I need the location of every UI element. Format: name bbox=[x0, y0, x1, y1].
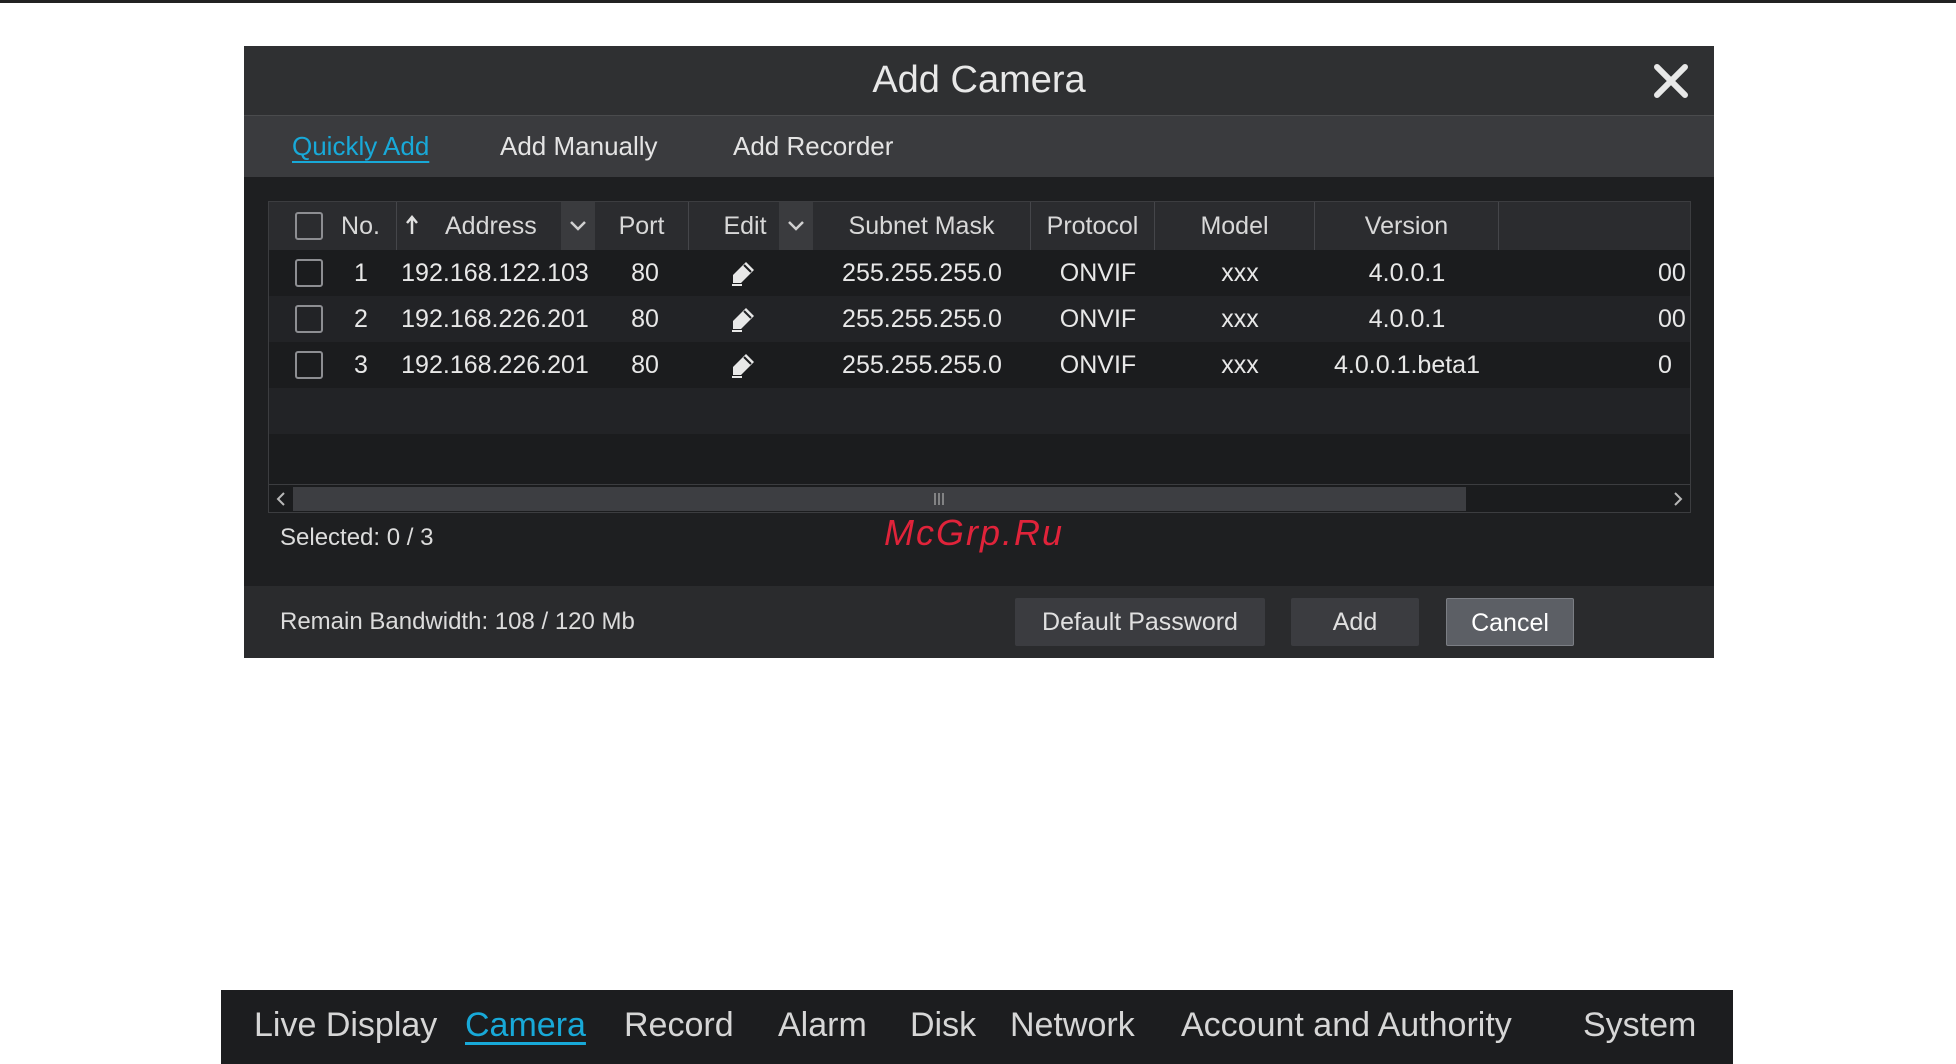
header-port[interactable]: Port bbox=[595, 202, 689, 250]
cell-protocol: ONVIF bbox=[1059, 259, 1137, 287]
main-nav-bar: Live Display Camera Record Alarm Disk Ne… bbox=[221, 990, 1733, 1064]
watermark: McGrp.Ru bbox=[884, 512, 1065, 553]
tab-bar: Quickly Add Add Manually Add Recorder bbox=[244, 116, 1714, 177]
cell-version: 4.0.0.1 bbox=[1368, 259, 1446, 287]
cell-extra: 00 bbox=[1658, 305, 1686, 333]
row-checkbox[interactable] bbox=[295, 351, 323, 379]
cell-protocol: ONVIF bbox=[1059, 305, 1137, 333]
scroll-thumb[interactable] bbox=[293, 487, 1466, 511]
header-model[interactable]: Model bbox=[1155, 202, 1315, 250]
header-protocol[interactable]: Protocol bbox=[1031, 202, 1155, 250]
remain-bandwidth: Remain Bandwidth: 108 / 120 Mb bbox=[280, 608, 635, 635]
horizontal-scrollbar[interactable] bbox=[269, 484, 1690, 512]
cell-subnet-mask: 255.255.255.0 bbox=[842, 259, 1002, 287]
add-camera-dialog: Add Camera Quickly Add Add Manually Add … bbox=[244, 46, 1714, 658]
add-button[interactable]: Add bbox=[1291, 598, 1419, 646]
cell-subnet-mask: 255.255.255.0 bbox=[842, 351, 1002, 379]
edit-pencil-icon[interactable] bbox=[729, 259, 757, 287]
dialog-footer: Remain Bandwidth: 108 / 120 Mb Default P… bbox=[244, 586, 1714, 658]
cell-version: 4.0.0.1 bbox=[1368, 305, 1446, 333]
cell-model: xxx bbox=[1221, 259, 1259, 287]
tab-add-recorder[interactable]: Add Recorder bbox=[733, 116, 893, 177]
scroll-left-icon[interactable] bbox=[269, 485, 293, 512]
nav-network[interactable]: Network bbox=[1010, 990, 1135, 1060]
select-all-checkbox[interactable] bbox=[295, 212, 323, 240]
empty-row bbox=[269, 388, 1690, 434]
nav-record[interactable]: Record bbox=[624, 990, 734, 1060]
tab-quickly-add[interactable]: Quickly Add bbox=[292, 116, 429, 177]
nav-live-display[interactable]: Live Display bbox=[254, 990, 437, 1060]
cell-address: 192.168.122.103 bbox=[401, 259, 589, 287]
top-rule bbox=[0, 0, 1956, 3]
cell-model: xxx bbox=[1221, 351, 1259, 379]
cancel-button[interactable]: Cancel bbox=[1446, 598, 1574, 646]
cell-protocol: ONVIF bbox=[1059, 351, 1137, 379]
empty-row bbox=[269, 434, 1690, 484]
nav-account-and-authority[interactable]: Account and Authority bbox=[1181, 990, 1512, 1060]
table-row[interactable]: 1 192.168.122.103 80 255.255.255.0 ONVIF… bbox=[269, 250, 1690, 296]
cell-extra: 00 bbox=[1658, 259, 1686, 287]
cell-no: 2 bbox=[354, 305, 368, 333]
edit-filter-chevron-down-icon[interactable] bbox=[779, 202, 813, 250]
default-password-button[interactable]: Default Password bbox=[1015, 598, 1265, 646]
header-version[interactable]: Version bbox=[1315, 202, 1499, 250]
nav-disk[interactable]: Disk bbox=[910, 990, 976, 1060]
cell-no: 1 bbox=[354, 259, 368, 287]
header-subnet-mask[interactable]: Subnet Mask bbox=[813, 202, 1031, 250]
header-no[interactable]: No. bbox=[325, 202, 397, 250]
address-filter-chevron-down-icon[interactable] bbox=[561, 202, 595, 250]
cell-port: 80 bbox=[631, 259, 659, 287]
camera-table: No. Address Port Edit Subnet Mask Protoc… bbox=[268, 201, 1691, 513]
header-extra bbox=[1499, 202, 1690, 250]
nav-system[interactable]: System bbox=[1583, 990, 1696, 1060]
cell-port: 80 bbox=[631, 351, 659, 379]
cell-model: xxx bbox=[1221, 305, 1259, 333]
scroll-right-icon[interactable] bbox=[1666, 485, 1690, 512]
nav-camera[interactable]: Camera bbox=[465, 990, 586, 1060]
edit-pencil-icon[interactable] bbox=[729, 305, 757, 333]
tab-add-manually[interactable]: Add Manually bbox=[500, 116, 658, 177]
cell-extra: 0 bbox=[1658, 351, 1672, 379]
row-checkbox[interactable] bbox=[295, 259, 323, 287]
table-row[interactable]: 3 192.168.226.201 80 255.255.255.0 ONVIF… bbox=[269, 342, 1690, 388]
cell-no: 3 bbox=[354, 351, 368, 379]
selected-count: Selected: 0 / 3 bbox=[280, 524, 434, 551]
title-bar: Add Camera bbox=[244, 46, 1714, 116]
cell-port: 80 bbox=[631, 305, 659, 333]
grip-icon bbox=[934, 493, 944, 505]
edit-pencil-icon[interactable] bbox=[729, 351, 757, 379]
close-icon[interactable] bbox=[1650, 60, 1692, 102]
table-header: No. Address Port Edit Subnet Mask Protoc… bbox=[269, 202, 1690, 250]
cell-subnet-mask: 255.255.255.0 bbox=[842, 305, 1002, 333]
cell-address: 192.168.226.201 bbox=[401, 305, 589, 333]
cell-version: 4.0.0.1.beta1 bbox=[1334, 351, 1480, 379]
nav-alarm[interactable]: Alarm bbox=[778, 990, 867, 1060]
cell-address: 192.168.226.201 bbox=[401, 351, 589, 379]
header-address-label: Address bbox=[445, 212, 537, 240]
row-checkbox[interactable] bbox=[295, 305, 323, 333]
dialog-title: Add Camera bbox=[872, 59, 1086, 101]
table-row[interactable]: 2 192.168.226.201 80 255.255.255.0 ONVIF… bbox=[269, 296, 1690, 342]
